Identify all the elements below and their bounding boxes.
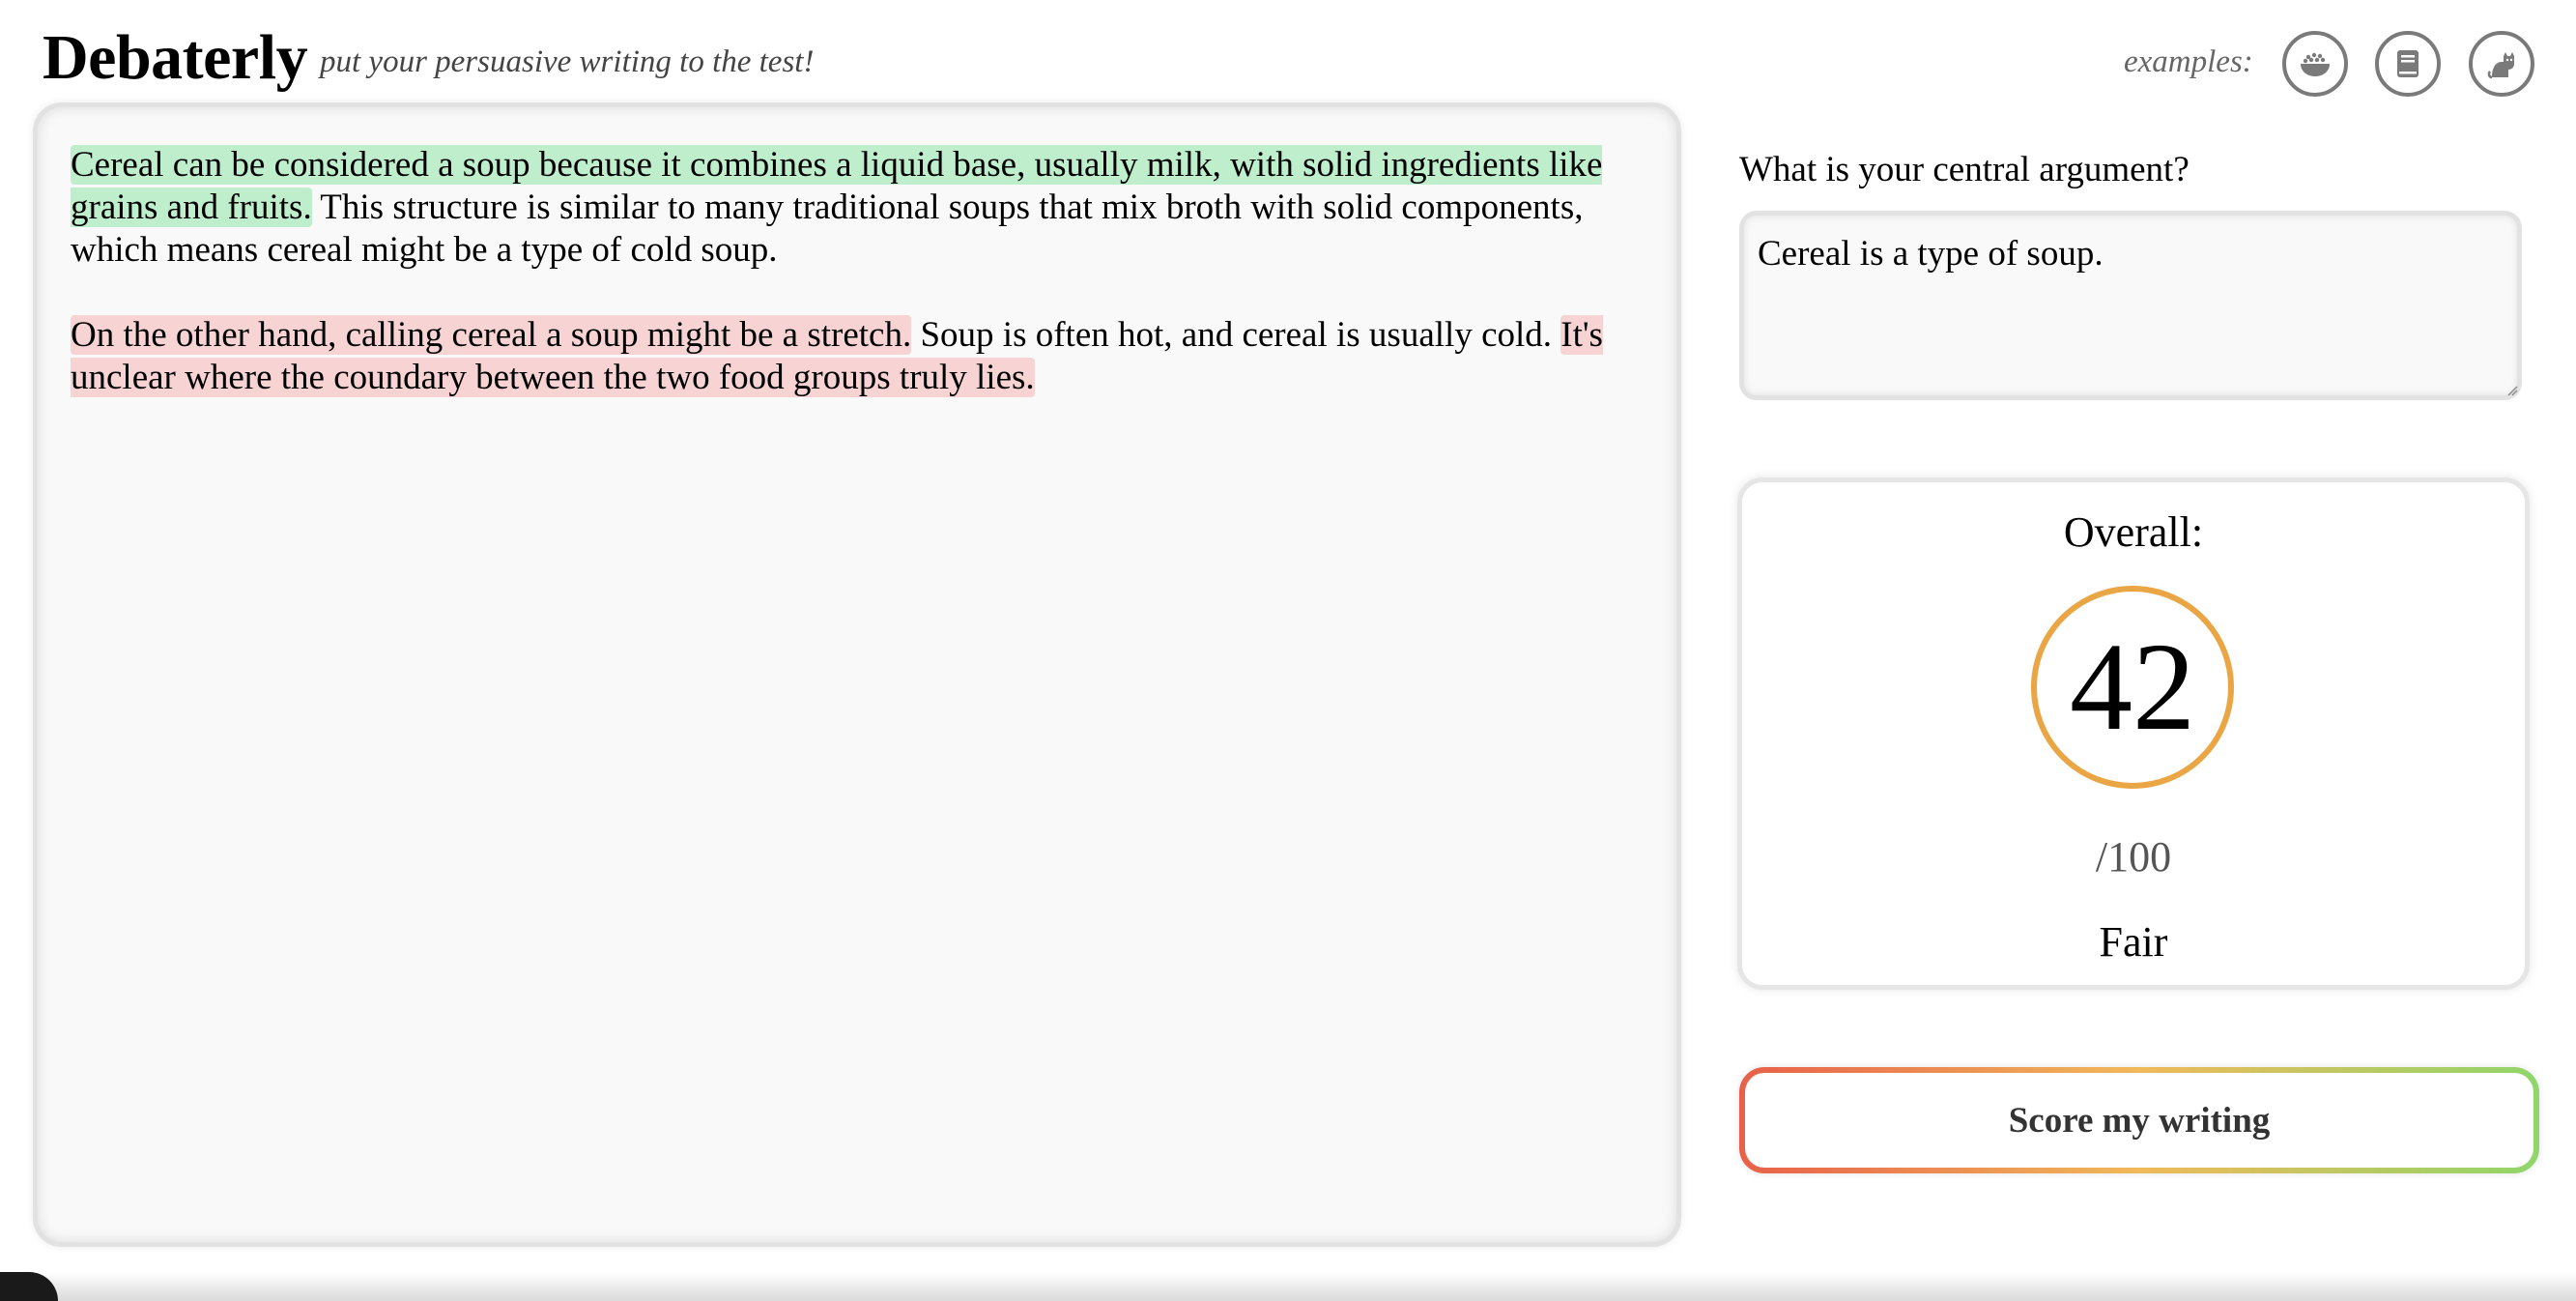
cat-icon (2487, 52, 2514, 79)
book-icon (2397, 50, 2419, 77)
score-max: /100 (2095, 833, 2172, 881)
score-my-writing-button[interactable]: Score my writing (1739, 1067, 2539, 1173)
essay-paragraph: On the other hand, calling cereal a soup… (71, 314, 1644, 399)
examples-label: examples: (2124, 44, 2253, 79)
example-book-button[interactable] (2375, 31, 2441, 97)
score-ring: 42 (2031, 586, 2234, 789)
app-tagline: put your persuasive writing to the test! (320, 44, 815, 79)
essay-editor[interactable]: Cereal can be considered a soup because … (33, 102, 1681, 1247)
argument-question: What is your central argument? (1739, 150, 2190, 189)
weak-claim-highlight: On the other hand, calling cereal a soup… (71, 315, 912, 355)
essay-paragraph: Cereal can be considered a soup because … (71, 144, 1644, 272)
score-value: 42 (2070, 618, 2195, 757)
resize-handle-icon[interactable] (2506, 385, 2518, 396)
cereal-bowl-icon (2301, 52, 2330, 76)
header: Debaterly put your persuasive writing to… (0, 0, 2576, 104)
window-bottom-edge (0, 1272, 2576, 1301)
argument-input[interactable]: Cereal is a type of soup. (1739, 211, 2522, 400)
score-card: Overall: 42 /100 Fair (1737, 477, 2530, 990)
score-rating: Fair (2099, 918, 2168, 966)
example-cat-button[interactable] (2469, 31, 2534, 97)
overall-label: Overall: (2063, 508, 2204, 556)
example-cereal-button[interactable] (2282, 31, 2348, 97)
app-title: Debaterly (43, 22, 308, 93)
essay-text: Soup is often hot, and cereal is usually… (911, 315, 1561, 355)
